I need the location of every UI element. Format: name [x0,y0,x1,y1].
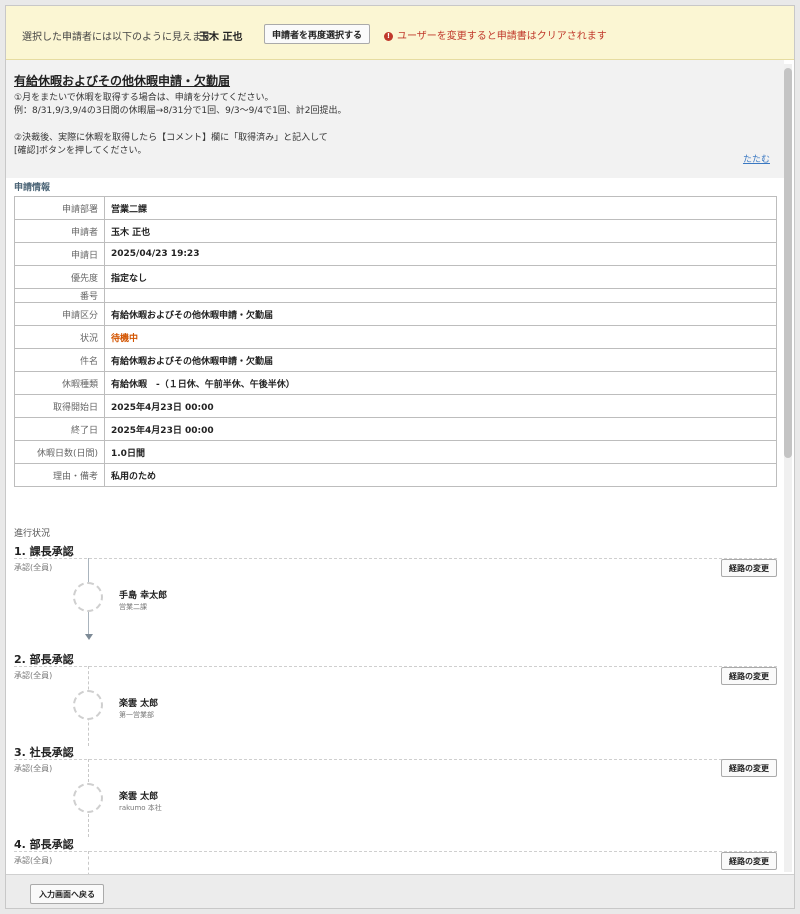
banner-applicant-name: 玉木 正也 [199,32,243,43]
info-key: 理由・備考 [14,463,105,487]
info-key: 申請日 [14,242,105,266]
info-key: 件名 [14,348,105,372]
approver-dept: rakumo 本社 [119,804,162,812]
info-value: 2025年4月23日 00:00 [104,417,777,441]
flow-line [88,851,89,874]
info-value: 有給休暇およびその他休暇申請・欠勤届 [104,302,777,326]
step-title: 1. 課長承認 [14,545,74,558]
fold-link[interactable]: たたむ [743,152,770,165]
info-row: 番号 [14,288,777,303]
step-title: 4. 部長承認 [14,838,74,851]
info-row: 申請部署 営業二課 [14,196,777,220]
info-value: 1.0日間 [104,440,777,464]
change-route-button[interactable]: 経路の変更 [721,667,777,685]
info-value: 2025/04/23 19:23 [104,242,777,266]
change-route-button[interactable]: 経路の変更 [721,559,777,577]
step-approval-type: 承認(全員) [14,671,53,680]
info-row: 休暇種類 有給休暇 -（１日休、午前半休、午後半休） [14,371,777,395]
application-info-table: 申請部署 営業二課 申請者 玉木 正也 申請日 2025/04/23 19:23 優先… [14,196,777,487]
info-row: 申請区分 有給休暇およびその他休暇申請・欠勤届 [14,302,777,326]
progress-label: 進行状況 [14,529,51,539]
application-preview-window: 選択した申請者には以下のように見えます： 玉木 正也 申請者を再度選択する ! ユ… [5,5,795,909]
step-divider [14,759,777,760]
main-content: 有給休暇およびその他休暇申請・欠勤届 ①月をまたいで休暇を取得する場合は、申請を… [6,60,784,874]
clear-warning: ! ユーザーを変更すると申請書はクリアされます [384,27,607,42]
info-key: 申請区分 [14,302,105,326]
info-value: 有給休暇およびその他休暇申請・欠勤届 [104,348,777,372]
info-key: 番号 [14,288,105,303]
info-value: 有給休暇 -（１日休、午前半休、午後半休） [104,371,777,395]
info-row: 終了日 2025年4月23日 00:00 [14,417,777,441]
info-value: 玉木 正也 [104,219,777,243]
info-row: 理由・備考 私用のため [14,463,777,487]
footer-bar: 入力画面へ戻る [6,874,794,908]
info-row: 休暇日数(日間) 1.0日間 [14,440,777,464]
approver-dept: 第一営業部 [119,711,154,719]
vertical-scrollbar[interactable] [784,64,792,872]
applicant-banner: 選択した申請者には以下のように見えます： 玉木 正也 申請者を再度選択する ! ユ… [6,6,794,60]
approver-name: 手島 幸太郎 [119,591,168,601]
exclamation-circle-icon: ! [384,32,393,41]
info-key: 終了日 [14,417,105,441]
info-row: 状況 待機中 [14,325,777,349]
notice-line: 例：8/31,9/3,9/4の3日間の休暇届→8/31分で1回、9/3〜9/4で… [14,106,347,116]
notice-line: [確認]ボタンを押してください。 [14,146,147,156]
notice-line: ②決裁後、実際に休暇を取得したら【コメント】欄に「取得済み」と記入して [14,133,328,143]
back-to-input-button[interactable]: 入力画面へ戻る [30,884,104,904]
info-key: 状況 [14,325,105,349]
info-row: 申請日 2025/04/23 19:23 [14,242,777,266]
flow-arrow-icon [85,634,93,640]
step-divider [14,558,777,559]
reselect-applicant-button[interactable]: 申請者を再度選択する [264,24,371,44]
step-approval-type: 承認(全員) [14,563,53,572]
form-notice: 有給休暇およびその他休暇申請・欠勤届 ①月をまたいで休暇を取得する場合は、申請を… [6,60,784,178]
info-key: 優先度 [14,265,105,289]
info-row: 申請者 玉木 正也 [14,219,777,243]
scrollbar-thumb[interactable] [784,68,792,458]
notice-line: ①月をまたいで休暇を取得する場合は、申請を分けてください。 [14,93,274,103]
step-approval-type: 承認(全員) [14,856,53,865]
clear-warning-text: ユーザーを変更すると申請書はクリアされます [397,31,607,42]
approver-avatar [73,783,103,813]
approver-avatar [73,582,103,612]
info-row: 優先度 指定なし [14,265,777,289]
step-divider [14,851,777,852]
approver-name: 楽雲 太郎 [119,699,159,709]
approver-name: 楽雲 太郎 [119,792,159,802]
info-value: 指定なし [104,265,777,289]
info-key: 取得開始日 [14,394,105,418]
step-title: 2. 部長承認 [14,653,74,666]
info-key: 休暇種類 [14,371,105,395]
info-key: 休暇日数(日間) [14,440,105,464]
info-value [104,288,777,303]
approver-avatar [73,690,103,720]
approver-dept: 営業二課 [119,603,147,611]
info-key: 申請者 [14,219,105,243]
step-divider [14,666,777,667]
info-key: 申請部署 [14,196,105,220]
step-title: 3. 社長承認 [14,746,74,759]
info-row: 取得開始日 2025年4月23日 00:00 [14,394,777,418]
info-value: 営業二課 [104,196,777,220]
info-value: 私用のため [104,463,777,487]
info-row: 件名 有給休暇およびその他休暇申請・欠勤届 [14,348,777,372]
banner-label: 選択した申請者には以下のように見えます： [22,32,222,43]
application-info-label: 申請情報 [14,183,51,193]
info-value: 2025年4月23日 00:00 [104,394,777,418]
form-title: 有給休暇およびその他休暇申請・欠勤届 [14,74,231,88]
change-route-button[interactable]: 経路の変更 [721,852,777,870]
status-value: 待機中 [104,325,777,349]
change-route-button[interactable]: 経路の変更 [721,759,777,777]
step-approval-type: 承認(全員) [14,764,53,773]
